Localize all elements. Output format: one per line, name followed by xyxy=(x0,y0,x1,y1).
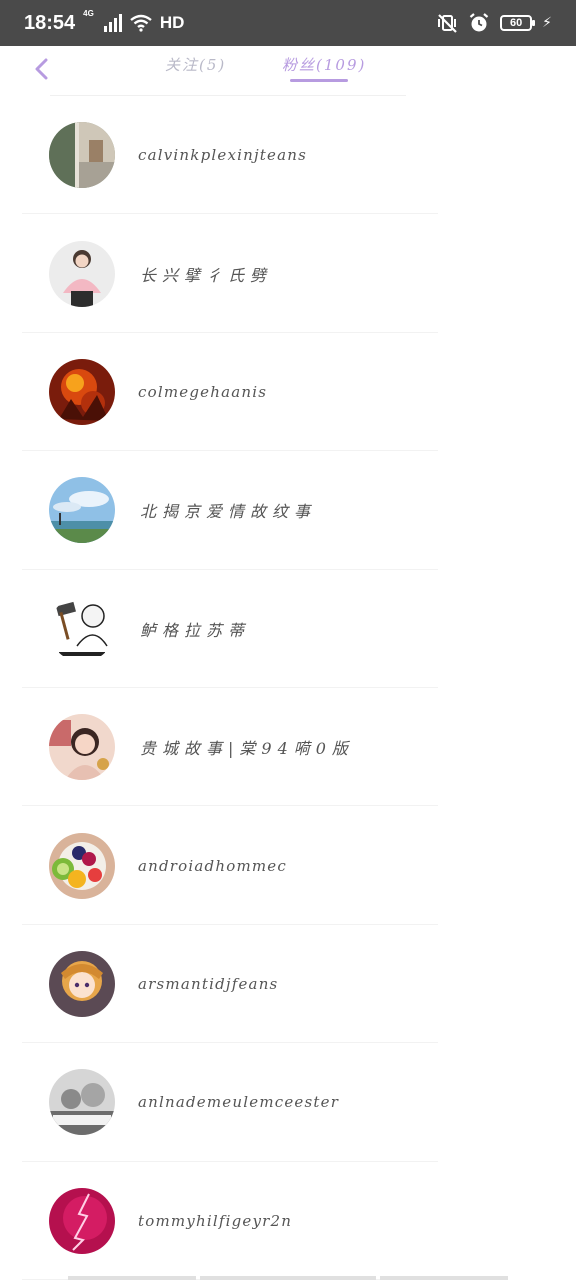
signal-icon xyxy=(103,14,122,32)
list-item[interactable]: calvinkplexinjteans xyxy=(0,96,576,215)
anime-girl-avatar[interactable] xyxy=(49,950,115,1017)
pink-lightning-avatar[interactable] xyxy=(49,1187,115,1254)
fan-name: 北揭京爱情故纹事 xyxy=(140,502,317,522)
street-photo-avatar[interactable] xyxy=(49,122,115,189)
tab-fans[interactable]: 粉丝(109) xyxy=(282,54,366,75)
list-item[interactable]: anlnademeulemceester xyxy=(0,1043,576,1162)
list-item[interactable]: 贵城故事|棠94嗬0版 xyxy=(0,688,576,807)
fan-name: anlnademeulemceester xyxy=(138,1093,340,1112)
alarm-icon xyxy=(469,13,489,32)
list-item[interactable]: tommyhilfigeyr2n xyxy=(0,1162,576,1280)
fruit-bowl-avatar[interactable] xyxy=(49,832,115,899)
tab-following[interactable]: 关注(5) xyxy=(165,54,226,75)
bottom-scroll-hint xyxy=(0,1276,576,1280)
status-time: 18:54 xyxy=(24,11,76,34)
mute-vibrate-icon xyxy=(438,14,457,33)
fan-name: 鲈格拉苏蒂 xyxy=(140,620,251,640)
fan-name: androiadhommec xyxy=(138,856,287,875)
girl-selfie-avatar[interactable] xyxy=(49,714,115,781)
fan-name: tommyhilfigeyr2n xyxy=(138,1211,293,1230)
fan-name: 贵城故事|棠94嗬0版 xyxy=(140,739,354,759)
battery-icon: 60 xyxy=(500,15,536,31)
fan-name: colmegehaanis xyxy=(138,382,268,401)
list-item[interactable]: colmegehaanis xyxy=(0,333,576,452)
fire-art-avatar[interactable] xyxy=(49,358,115,425)
list-item[interactable]: 长兴擘彳氏劈 xyxy=(0,214,576,333)
fan-list: calvinkplexinjteans 长兴擘彳氏劈 colmegehaanis… xyxy=(0,96,576,1280)
miss-you-bw-avatar[interactable] xyxy=(49,1069,115,1136)
active-tab-indicator xyxy=(290,79,348,82)
list-item[interactable]: arsmantidjfeans xyxy=(0,925,576,1044)
sky-landscape-avatar[interactable] xyxy=(49,477,115,544)
list-item[interactable]: androiadhommec xyxy=(0,806,576,925)
header: 关注(5) 粉丝(109) xyxy=(0,46,576,94)
fan-name: 长兴擘彳氏劈 xyxy=(140,265,273,285)
fan-name: arsmantidjfeans xyxy=(138,974,279,993)
list-item[interactable]: 鲈格拉苏蒂 xyxy=(0,570,576,688)
wifi-icon xyxy=(130,14,152,32)
girl-pink-sweater-avatar[interactable] xyxy=(49,240,115,307)
list-item[interactable]: 北揭京爱情故纹事 xyxy=(0,451,576,570)
hd-indicator: HD xyxy=(159,13,185,32)
fan-name: calvinkplexinjteans xyxy=(138,146,308,165)
tab-bar: 关注(5) 粉丝(109) xyxy=(0,46,576,94)
meme-hammer-avatar[interactable] xyxy=(49,595,115,662)
network-type: 4G xyxy=(83,8,94,18)
status-bar: 18:54 4G HD 60 ⚡ xyxy=(0,0,576,46)
charging-icon: ⚡ xyxy=(542,15,552,31)
